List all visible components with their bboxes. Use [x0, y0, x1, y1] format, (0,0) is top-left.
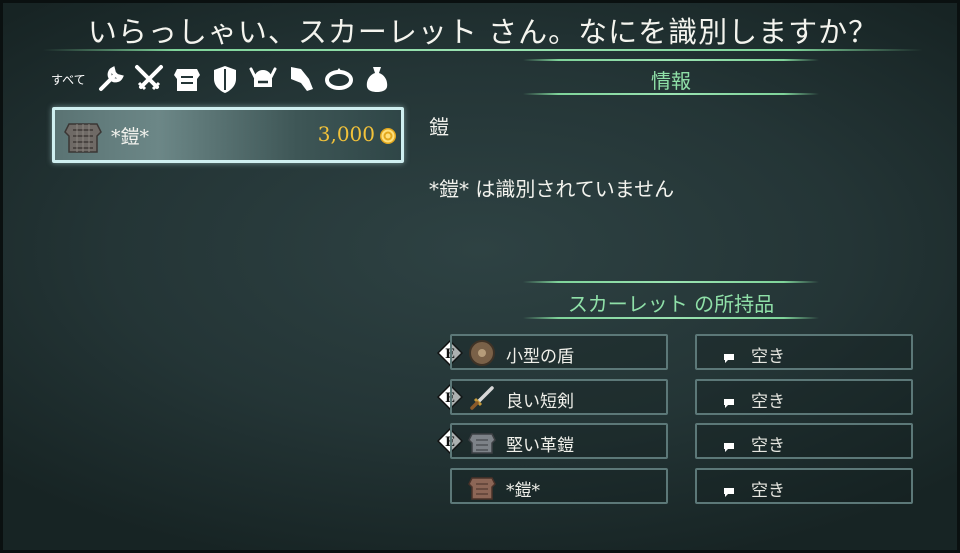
shield-icon[interactable] — [208, 61, 242, 97]
title-divider — [43, 49, 923, 51]
inventory-slot-empty[interactable]: 空き — [695, 334, 913, 370]
inventory-slot[interactable]: *鎧* — [450, 468, 668, 504]
armor-icon — [63, 116, 103, 156]
category-all[interactable]: すべて — [51, 71, 86, 88]
speech-bubble-icon — [723, 348, 735, 363]
speech-bubble-icon — [723, 437, 735, 452]
category-bar: すべて — [51, 59, 398, 99]
item-price: 3,000 — [317, 122, 375, 146]
inventory-slot-label: 空き — [751, 481, 785, 501]
coin-icon — [379, 127, 397, 145]
inventory-slot[interactable]: 堅い革鎧 — [450, 423, 668, 459]
inventory-slot-label: 空き — [751, 392, 785, 412]
leather-armor-icon — [468, 428, 496, 456]
weapon-icon[interactable] — [132, 61, 166, 97]
helmet-icon[interactable] — [246, 61, 280, 97]
inventory-slot[interactable]: 小型の盾 — [450, 334, 668, 370]
item-name: *鎧* — [111, 126, 150, 148]
inventory-slot-empty[interactable]: 空き — [695, 379, 913, 415]
inventory-slot-label: 小型の盾 — [506, 347, 574, 367]
inventory-slot[interactable]: 良い短剣 — [450, 379, 668, 415]
info-header: 情報 — [651, 69, 691, 93]
inventory-header: スカーレット の所持品 — [567, 292, 775, 316]
armor-icon[interactable] — [170, 61, 204, 97]
info-item-name: 鎧 — [429, 115, 449, 139]
inventory-header-rule-bottom — [523, 317, 819, 319]
info-header-rule-bottom — [523, 93, 819, 95]
inventory-slot-label: 空き — [751, 347, 785, 367]
speech-bubble-icon — [723, 393, 735, 408]
page-title: いらっしゃい、スカーレット さん。なにを識別しますか？ — [87, 15, 879, 49]
armor-icon — [468, 473, 496, 501]
inventory-header-rule-top — [523, 281, 819, 283]
speech-bubble-icon — [723, 482, 735, 497]
small-shield-icon — [468, 339, 496, 367]
info-header-rule-top — [523, 59, 819, 61]
inventory-slot-label: 空き — [751, 436, 785, 456]
inventory-slot-label: 堅い革鎧 — [506, 436, 574, 456]
pouch-icon[interactable] — [360, 61, 394, 97]
item-list-row[interactable]: *鎧* 3,000 — [52, 107, 404, 163]
identify-screen: いらっしゃい、スカーレット さん。なにを識別しますか？ すべて *鎧* 3,00… — [0, 0, 960, 553]
inventory-slot-empty[interactable]: 空き — [695, 468, 913, 504]
inventory-slot-empty[interactable]: 空き — [695, 423, 913, 459]
ring-icon[interactable] — [322, 61, 356, 97]
gauntlet-icon[interactable] — [284, 61, 318, 97]
dagger-icon — [468, 384, 496, 412]
tools-icon[interactable] — [94, 61, 128, 97]
info-description: *鎧* は識別されていません — [429, 177, 675, 201]
inventory-slot-label: 良い短剣 — [506, 392, 574, 412]
inventory-slot-label: *鎧* — [506, 481, 540, 501]
